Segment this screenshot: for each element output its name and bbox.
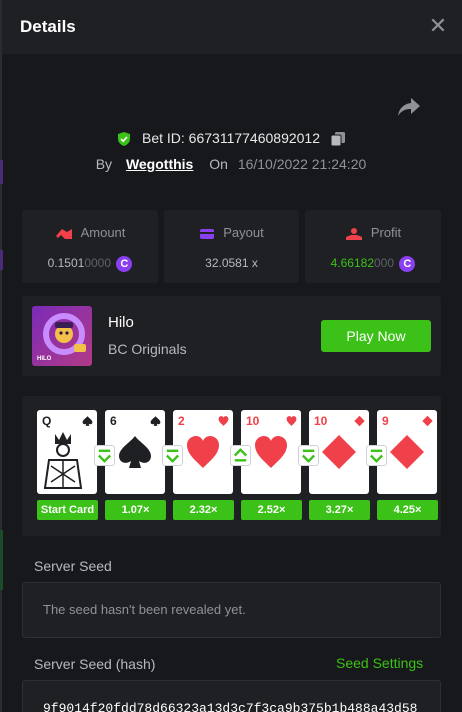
lower-arrow-icon xyxy=(298,445,319,466)
profit-card: Profit 4.66182000 C xyxy=(305,210,441,283)
queen-figure-icon xyxy=(43,432,83,489)
game-card: HILO Hilo BC Originals Play Now xyxy=(22,296,441,376)
username-link[interactable]: Wegotthis xyxy=(126,156,193,172)
amount-icon xyxy=(55,228,72,239)
card-multiplier: 2.32× xyxy=(173,500,234,520)
diamond-suit-icon xyxy=(390,435,424,469)
card-multiplier: 4.25× xyxy=(377,500,438,520)
amount-value: 0.1501 xyxy=(47,256,85,270)
left-edge-accent xyxy=(0,530,3,590)
server-seed-field: The seed hasn't been revealed yet. xyxy=(22,582,441,638)
copy-icon[interactable] xyxy=(330,131,346,147)
card-rank: 10 xyxy=(246,414,260,428)
playing-card: Q xyxy=(37,410,97,494)
spade-suit-icon xyxy=(150,416,161,426)
card-multiplier: 1.07× xyxy=(105,500,166,520)
coin-icon: C xyxy=(116,255,133,272)
card-rank: 9 xyxy=(382,414,389,428)
seed-settings-link[interactable]: Seed Settings xyxy=(336,655,423,671)
profit-icon xyxy=(345,227,362,240)
details-header: Details ✕ xyxy=(2,0,462,54)
card-rank: 6 xyxy=(110,414,117,428)
lower-arrow-icon xyxy=(94,445,115,466)
shield-icon xyxy=(118,132,131,147)
bet-id-label: Bet ID: xyxy=(141,130,185,146)
payout-icon xyxy=(200,228,215,239)
spade-suit-icon xyxy=(119,436,151,468)
amount-value-padding: 0000 xyxy=(84,256,112,270)
heart-suit-icon xyxy=(187,436,219,468)
page-title: Details xyxy=(20,17,76,36)
profit-value: 4.66182 xyxy=(330,256,374,270)
play-now-button[interactable]: Play Now xyxy=(321,320,431,352)
game-provider: BC Originals xyxy=(108,341,187,357)
server-seed-hash-field[interactable]: 9f9014f20fdd78d66323a13d3c7f3ca9b375b1b4… xyxy=(22,680,441,712)
card-rank: Q xyxy=(42,414,52,428)
server-seed-hash-value: 9f9014f20fdd78d66323a13d3c7f3ca9b375b1b4… xyxy=(43,701,418,712)
server-seed-label: Server Seed xyxy=(34,558,112,574)
server-seed-hash-label: Server Seed (hash) xyxy=(34,656,156,672)
close-icon[interactable]: ✕ xyxy=(426,14,450,38)
profit-value-padding: 000 xyxy=(374,256,395,270)
game-thumbnail[interactable]: HILO xyxy=(32,306,92,366)
lower-arrow-icon xyxy=(366,445,387,466)
profit-label: Profit xyxy=(370,225,402,240)
hilo-thumb-label: HILO xyxy=(37,356,52,362)
bet-author-row: By Wegotthis On 16/10/2022 21:24:20 xyxy=(0,154,462,174)
bet-id-value: 66731177460892012 xyxy=(188,130,320,146)
card-history: Q Start Card 6 1.07× 2 2.32× 10 2.52× 10 3.27× 9 4.… xyxy=(22,396,441,536)
heart-suit-icon xyxy=(255,436,287,468)
card-rank: 2 xyxy=(178,414,185,428)
payout-value: 32.0581 x xyxy=(205,256,258,270)
hilo-logo-icon: HILO xyxy=(37,313,86,362)
card-multiplier: Start Card xyxy=(37,500,98,520)
higher-arrow-icon xyxy=(230,445,251,466)
card-multiplier: 3.27× xyxy=(309,500,370,520)
amount-card: Amount 0.15010000 C xyxy=(22,210,158,283)
heart-suit-icon xyxy=(218,416,229,426)
bet-date: 16/10/2022 21:24:20 xyxy=(237,156,367,172)
payout-card: Payout 32.0581 x xyxy=(164,210,299,283)
amount-label: Amount xyxy=(80,225,126,240)
heart-suit-icon xyxy=(286,416,297,426)
by-label: By xyxy=(95,156,113,172)
server-seed-placeholder: The seed hasn't been revealed yet. xyxy=(43,602,246,617)
payout-label: Payout xyxy=(223,225,264,240)
lower-arrow-icon xyxy=(162,445,183,466)
game-name: Hilo xyxy=(108,314,134,331)
coin-icon: C xyxy=(399,255,416,272)
card-multiplier: 2.52× xyxy=(241,500,302,520)
diamond-suit-icon xyxy=(322,435,356,469)
left-edge-accent xyxy=(0,250,3,270)
bet-id-row: Bet ID: 66731177460892012 xyxy=(0,128,462,148)
left-edge xyxy=(0,0,2,712)
diamond-suit-icon xyxy=(422,415,433,427)
diamond-suit-icon xyxy=(354,415,365,427)
on-label: On xyxy=(209,156,228,172)
share-icon[interactable] xyxy=(396,96,422,118)
card-rank: 10 xyxy=(314,414,328,428)
spade-suit-icon xyxy=(82,416,93,426)
